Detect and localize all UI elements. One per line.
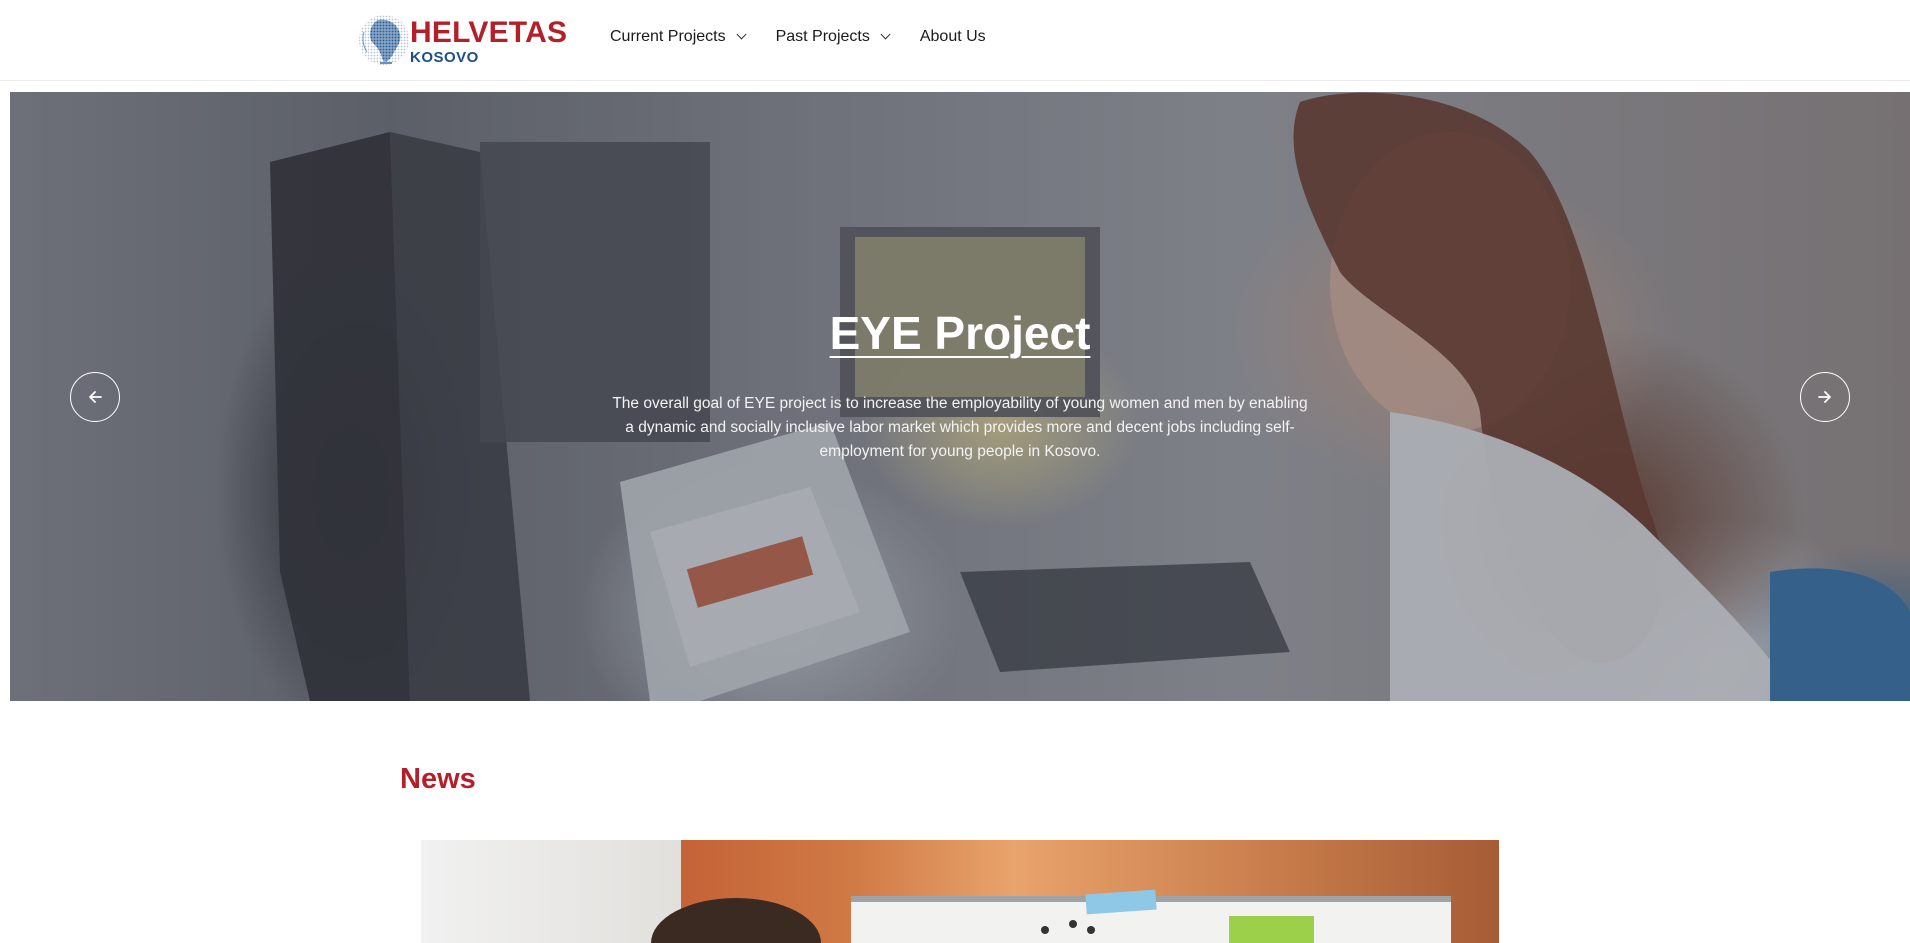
news-image-backdrop bbox=[421, 840, 681, 943]
nav-past-projects-label: Past Projects bbox=[775, 28, 870, 45]
news-featured-image[interactable] bbox=[421, 840, 1499, 943]
news-image-magnet bbox=[1069, 920, 1077, 928]
hero-slide: EYE Project The overall goal of EYE proj… bbox=[10, 92, 1910, 701]
hero-description: The overall goal of EYE project is to in… bbox=[612, 395, 1308, 460]
arrow-left-icon bbox=[89, 391, 102, 403]
chevron-down-icon bbox=[882, 31, 890, 39]
news-image-magnet bbox=[1087, 926, 1095, 934]
site-header: HELVETAS KOSOVO Current Projects Past Pr… bbox=[0, 0, 1910, 81]
news-image-magnet bbox=[1041, 926, 1049, 934]
arrow-right-icon bbox=[1818, 391, 1831, 403]
logo-subtitle: KOSOVO bbox=[410, 49, 479, 66]
nav-current-projects[interactable]: Current Projects bbox=[610, 28, 746, 46]
news-heading: News bbox=[400, 763, 476, 795]
helvetas-logo[interactable]: HELVETAS KOSOVO bbox=[358, 12, 567, 70]
nav-past-projects[interactable]: Past Projects bbox=[776, 28, 890, 46]
nav-current-projects-label: Current Projects bbox=[610, 28, 726, 45]
logo-wordmark: HELVETAS bbox=[410, 16, 568, 49]
hero-slider: EYE Project The overall goal of EYE proj… bbox=[10, 92, 1910, 701]
nav-about-us-label: About Us bbox=[919, 28, 986, 45]
slider-prev-button[interactable] bbox=[70, 372, 120, 422]
globe-icon bbox=[359, 15, 409, 65]
slider-next-button[interactable] bbox=[1800, 372, 1850, 422]
hero-title-link[interactable]: EYE Project bbox=[10, 308, 1910, 359]
main-nav: Current Projects Past Projects About Us bbox=[610, 28, 1016, 46]
news-image-sticky-note bbox=[1229, 916, 1314, 943]
nav-about-us[interactable]: About Us bbox=[920, 28, 986, 46]
chevron-down-icon bbox=[738, 31, 746, 39]
